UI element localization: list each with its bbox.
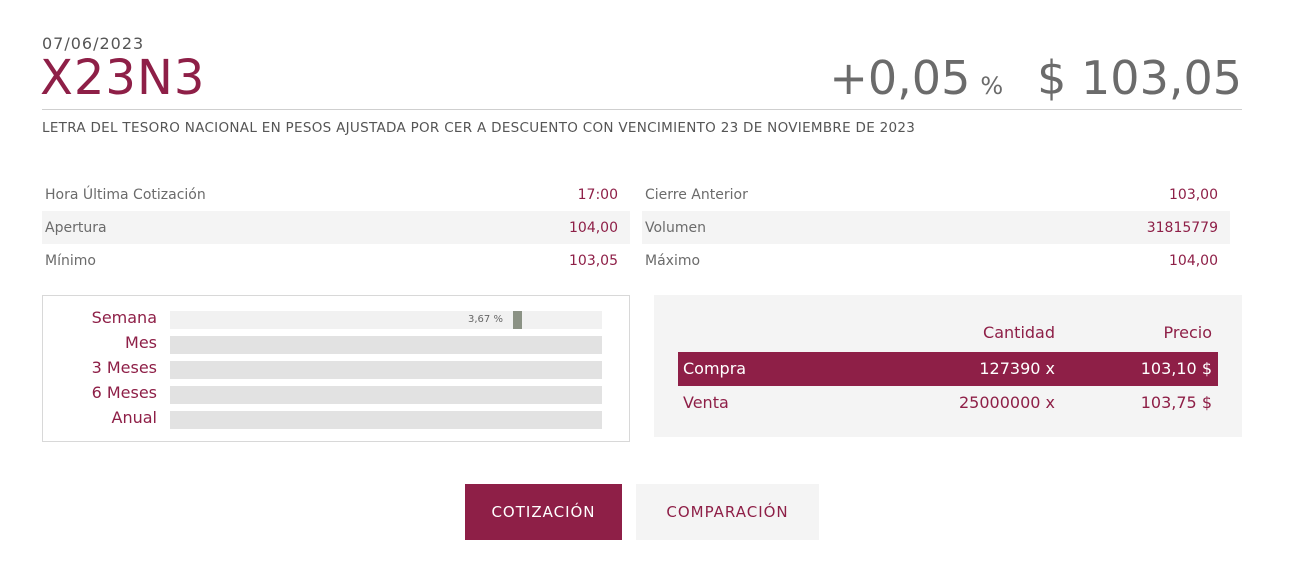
order-book-sell-row: Venta 25000000 x 103,75 $: [678, 386, 1218, 420]
performance-marker: [513, 311, 522, 329]
performance-bar: 3,67 %: [170, 311, 602, 329]
stats-table-left: Hora Última Cotización 17:00 Apertura 10…: [42, 178, 630, 277]
performance-panel: Semana 3,67 % Mes 3 Meses 6 Meses Anual: [42, 295, 630, 442]
stat-label: Volumen: [645, 219, 706, 236]
performance-row-week: Semana 3,67 %: [43, 308, 629, 329]
instrument-description: LETRA DEL TESORO NACIONAL EN PESOS AJUST…: [42, 120, 916, 136]
percent-sign: %: [980, 72, 1004, 100]
stat-label: Hora Última Cotización: [45, 186, 206, 203]
sell-price: 103,75 $: [1140, 393, 1212, 412]
price-change: +0,05%: [829, 51, 1004, 105]
performance-bar: [170, 411, 602, 429]
buy-quantity: 127390 x: [979, 359, 1055, 378]
tab-quote[interactable]: COTIZACIÓN: [465, 484, 622, 540]
stat-label: Cierre Anterior: [645, 186, 748, 203]
performance-label: Semana: [91, 308, 157, 327]
stat-label: Mínimo: [45, 252, 96, 269]
buy-label: Compra: [683, 359, 747, 378]
stat-value: 103,00: [1169, 186, 1218, 203]
ticker-symbol: X23N3: [40, 50, 206, 106]
performance-bar: [170, 386, 602, 404]
stat-row-open: Apertura 104,00: [42, 211, 630, 244]
stat-value: 103,05: [569, 252, 618, 269]
headline-quote: +0,05% $ 103,05: [829, 50, 1242, 114]
buy-price: 103,10 $: [1140, 359, 1212, 378]
order-book-buy-row: Compra 127390 x 103,10 $: [678, 352, 1218, 386]
performance-row-month: Mes: [43, 333, 629, 354]
price-header: Precio: [1163, 323, 1212, 342]
performance-bar: [170, 336, 602, 354]
stat-value: 17:00: [577, 186, 618, 203]
performance-label: Mes: [125, 333, 157, 352]
stat-value: 104,00: [569, 219, 618, 236]
performance-row-3-months: 3 Meses: [43, 358, 629, 379]
stat-row-last-time: Hora Última Cotización 17:00: [42, 178, 630, 211]
stat-row-prev-close: Cierre Anterior 103,00: [642, 178, 1230, 211]
sell-label: Venta: [683, 393, 729, 412]
sell-quantity: 25000000 x: [959, 393, 1055, 412]
order-book-panel: Cantidad Precio Compra 127390 x 103,10 $…: [654, 295, 1242, 437]
performance-row-annual: Anual: [43, 408, 629, 429]
stat-row-volume: Volumen 31815779: [642, 211, 1230, 244]
performance-label: 3 Meses: [91, 358, 157, 377]
stat-value: 104,00: [1169, 252, 1218, 269]
stat-row-max: Máximo 104,00: [642, 244, 1230, 277]
performance-label: 6 Meses: [91, 383, 157, 402]
stat-label: Apertura: [45, 219, 107, 236]
stat-label: Máximo: [645, 252, 701, 269]
order-book-header: Cantidad Precio: [678, 321, 1218, 343]
last-price: $ 103,05: [1037, 51, 1242, 105]
stats-table-right: Cierre Anterior 103,00 Volumen 31815779 …: [642, 178, 1230, 277]
stat-value: 31815779: [1146, 219, 1218, 236]
performance-bar: [170, 361, 602, 379]
performance-row-6-months: 6 Meses: [43, 383, 629, 404]
quantity-header: Cantidad: [983, 323, 1055, 342]
tab-compare[interactable]: COMPARACIÓN: [636, 484, 819, 540]
performance-label: Anual: [111, 408, 157, 427]
performance-value: 3,67 %: [468, 314, 503, 325]
header-divider: [42, 109, 1242, 110]
stat-row-min: Mínimo 103,05: [42, 244, 630, 277]
